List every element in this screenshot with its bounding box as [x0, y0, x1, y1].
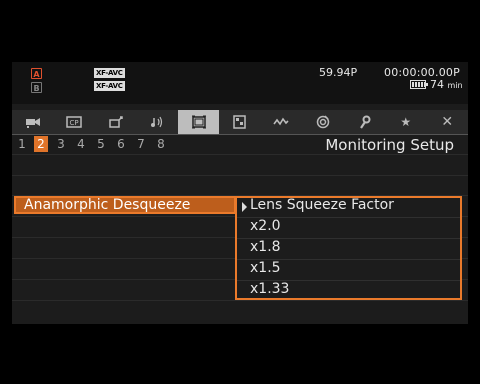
- status-bar: A B XF-AVC XF-AVC 59.94P 00:00:00.00P 74…: [12, 62, 468, 104]
- menu-item-anamorphic-desqueeze[interactable]: Anamorphic Desqueeze: [14, 196, 236, 214]
- page-2[interactable]: 2: [34, 136, 48, 152]
- recording-media-icon: [233, 115, 246, 129]
- page-8[interactable]: 8: [154, 136, 168, 152]
- card-slot-b-icon: B: [31, 82, 42, 93]
- tab-maintenance[interactable]: [344, 110, 385, 134]
- system-setup-icon: [273, 117, 290, 126]
- monitoring-setup-icon: [191, 115, 206, 129]
- option-x1-5[interactable]: x1.5: [250, 260, 281, 276]
- page-5[interactable]: 5: [94, 136, 108, 152]
- page-1[interactable]: 1: [15, 136, 29, 152]
- selection-cursor-icon: [242, 202, 247, 212]
- dropdown-header: Lens Squeeze Factor: [250, 197, 394, 213]
- audio-icon: [151, 116, 163, 128]
- menu-title: Monitoring Setup: [325, 136, 454, 154]
- tab-network[interactable]: [302, 110, 343, 134]
- page-7[interactable]: 7: [134, 136, 148, 152]
- card-slot-a-icon: A: [31, 68, 42, 79]
- close-icon: ✕: [441, 114, 454, 130]
- camera-menu-screen: A B XF-AVC XF-AVC 59.94P 00:00:00.00P 74…: [12, 62, 468, 324]
- page-4[interactable]: 4: [74, 136, 88, 152]
- battery-minutes: 74: [430, 78, 444, 91]
- network-icon: [316, 115, 330, 129]
- lens-squeeze-dropdown: Lens Squeeze Factor x2.0 x1.8 x1.5 x1.33: [235, 196, 462, 300]
- custom-picture-icon: CP: [66, 116, 82, 128]
- tab-camera-assist[interactable]: [95, 110, 136, 134]
- codec-badge-2: XF-AVC: [94, 81, 125, 91]
- page-selector: 1 2 3 4 5 6 7 8 Monitoring Setup: [12, 135, 468, 154]
- row-divider: [12, 300, 468, 301]
- option-x1-8[interactable]: x1.8: [250, 239, 281, 255]
- tab-system[interactable]: [261, 110, 302, 134]
- battery-icon: [410, 80, 428, 89]
- row-divider: [12, 175, 468, 176]
- tab-cp-label: CP: [70, 119, 79, 127]
- tab-my-menu[interactable]: ★: [385, 110, 426, 134]
- option-x1-33[interactable]: x1.33: [250, 281, 289, 297]
- tab-recording-media[interactable]: [219, 110, 260, 134]
- tab-camera[interactable]: [12, 110, 53, 134]
- my-menu-icon: ★: [400, 115, 412, 129]
- row-divider: [12, 154, 468, 155]
- wrench-icon: [360, 115, 371, 129]
- codec-badge-1: XF-AVC: [94, 68, 125, 78]
- page-3[interactable]: 3: [54, 136, 68, 152]
- menu-tabs: CP ★ ✕: [12, 110, 468, 134]
- camera-assist-icon: [108, 116, 123, 128]
- camera-icon: [25, 118, 40, 128]
- tab-close[interactable]: ✕: [427, 110, 468, 134]
- tab-audio[interactable]: [136, 110, 177, 134]
- tab-custom-picture[interactable]: CP: [53, 110, 94, 134]
- battery-unit: min: [447, 81, 463, 90]
- menu-item-label: Anamorphic Desqueeze: [24, 197, 191, 213]
- option-x2-0[interactable]: x2.0: [250, 218, 281, 234]
- page-6[interactable]: 6: [114, 136, 128, 152]
- frame-rate: 59.94P: [319, 66, 358, 79]
- battery-remaining: 74 min: [430, 78, 463, 91]
- tab-monitoring-setup[interactable]: [177, 110, 220, 134]
